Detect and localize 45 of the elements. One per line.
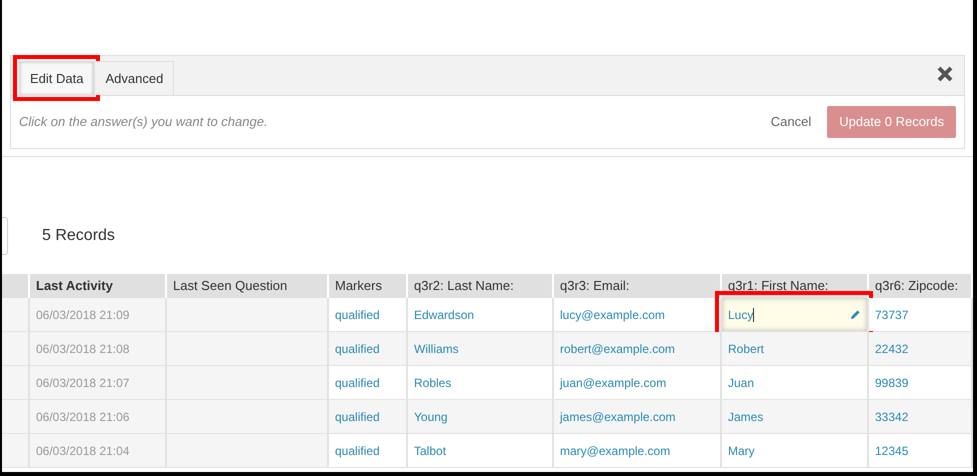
table-cell[interactable]: James xyxy=(722,408,764,426)
table-cell[interactable]: qualified xyxy=(329,306,380,324)
table-cell[interactable]: juan@example.com xyxy=(554,374,666,392)
table-cell[interactable]: qualified xyxy=(329,340,380,358)
column-header: q3r6: Zipcode: xyxy=(875,277,958,296)
table-cell[interactable]: james@example.com xyxy=(554,408,676,426)
table-cell[interactable]: mary@example.com xyxy=(554,442,670,460)
table-cell-text: 06/03/2018 21:07 xyxy=(36,374,130,392)
tab[interactable]: Advanced xyxy=(94,61,174,95)
tab[interactable]: Edit Data xyxy=(19,61,94,95)
record-count: 5 Records xyxy=(42,226,115,246)
table-cell-text: 06/03/2018 21:04 xyxy=(36,442,130,460)
column-header: q3r3: Email: xyxy=(560,277,630,296)
table-cell[interactable]: Robert xyxy=(722,340,764,358)
table-cell[interactable]: lucy@example.com xyxy=(554,306,665,324)
hint-text: Click on the answer(s) you want to change. xyxy=(19,113,269,132)
column-header: Markers xyxy=(335,277,382,296)
table-cell[interactable]: qualified xyxy=(329,442,380,460)
table-cell[interactable]: qualified xyxy=(329,374,380,392)
table-cell[interactable]: 33342 xyxy=(869,408,908,426)
table-cell[interactable]: Mary xyxy=(722,442,755,460)
close-icon[interactable] xyxy=(936,65,954,83)
edit-field[interactable]: Lucy xyxy=(722,298,867,331)
table-cell[interactable]: Robles xyxy=(408,374,452,392)
column-header: q3r2: Last Name: xyxy=(414,277,514,296)
column-header: Last Activity xyxy=(36,277,113,296)
table-cell-text: 06/03/2018 21:08 xyxy=(36,340,130,358)
table-cell[interactable]: Talbot xyxy=(408,442,446,460)
table-cell[interactable]: robert@example.com xyxy=(554,340,675,358)
table-cell[interactable]: Edwardson xyxy=(408,306,474,324)
cancel-button[interactable]: Cancel xyxy=(770,112,812,132)
table-cell-text: 06/03/2018 21:09 xyxy=(36,306,130,324)
table-cell[interactable]: 99839 xyxy=(869,374,908,392)
pencil-icon[interactable] xyxy=(850,309,861,320)
column-header: q3r1: First Name: xyxy=(728,277,828,296)
table-cell[interactable]: Young xyxy=(408,408,448,426)
table-cell[interactable]: 73737 xyxy=(869,306,908,324)
update-button[interactable]: Update 0 Records xyxy=(827,106,956,138)
table-cell[interactable]: 22432 xyxy=(869,340,908,358)
column-header: Last Seen Question xyxy=(173,277,288,296)
table-cell[interactable]: 12345 xyxy=(869,442,908,460)
table-cell[interactable]: Williams xyxy=(408,340,459,358)
table-cell[interactable]: qualified xyxy=(329,408,380,426)
table-cell[interactable]: Juan xyxy=(722,374,754,392)
table-cell-text: 06/03/2018 21:06 xyxy=(36,408,130,426)
